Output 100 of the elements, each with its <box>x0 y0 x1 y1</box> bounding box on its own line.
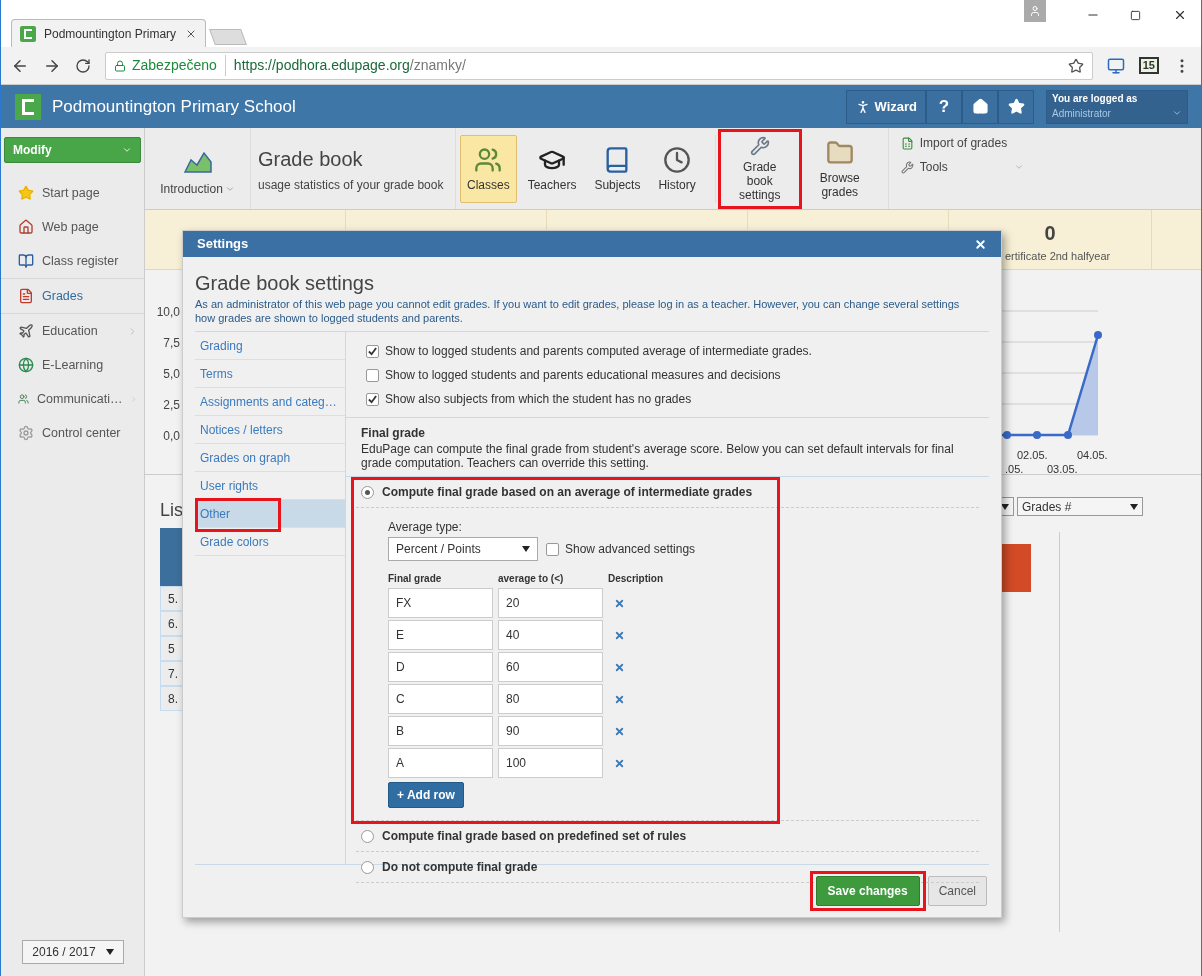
toolbar-button[interactable]: History <box>651 134 703 203</box>
checkbox-label: Show advanced settings <box>565 541 696 558</box>
nav-item[interactable]: Grades on graph <box>195 444 345 472</box>
radio-button[interactable] <box>361 485 374 499</box>
sidebar-item[interactable]: Grades <box>1 279 144 313</box>
caret-icon <box>522 546 530 552</box>
toolbar-button[interactable]: Subjects <box>587 134 648 203</box>
spreadsheet-icon <box>900 136 914 150</box>
option-label: Do not compute final grade <box>382 859 538 876</box>
remove-icon[interactable] <box>614 597 625 609</box>
login-menu[interactable]: You are logged as Administrator <box>1046 89 1188 124</box>
toolbar-button[interactable]: Grade book settings <box>721 134 798 203</box>
reload-icon[interactable] <box>75 57 91 74</box>
login-user: Administrator <box>1052 106 1111 121</box>
toolbar-link[interactable]: Import of grades <box>900 134 1024 152</box>
remove-icon[interactable] <box>614 661 625 673</box>
wrench-icon <box>900 160 914 174</box>
caret-icon <box>105 949 114 955</box>
year-select[interactable]: 2016 / 2017 <box>22 940 124 964</box>
axis-label: 10,0 <box>156 304 180 320</box>
nav-item[interactable]: Grade colors <box>195 528 345 556</box>
sidebar-item[interactable]: Control center <box>1 416 144 450</box>
nav-item[interactable]: Grading <box>195 332 345 360</box>
toolbar-button[interactable]: Teachers <box>520 134 584 203</box>
grade-field[interactable]: D <box>388 652 493 682</box>
airplane-icon <box>18 323 34 339</box>
remove-icon[interactable] <box>614 629 625 641</box>
checkbox[interactable] <box>366 368 379 382</box>
sidebar-item[interactable]: Class register <box>1 244 144 278</box>
maximize-icon[interactable] <box>1130 10 1141 21</box>
sidebar-item[interactable]: Start page <box>1 176 144 210</box>
close-icon[interactable] <box>1173 8 1187 22</box>
grade-field[interactable]: B <box>388 716 493 746</box>
toolbar-link[interactable]: Tools <box>900 158 1024 176</box>
remove-icon[interactable] <box>614 693 625 705</box>
security-label: Zabezpečeno <box>132 55 226 76</box>
book-icon <box>18 253 34 269</box>
dialog-title: Settings <box>197 235 249 254</box>
sidebar-item[interactable]: Communicati… <box>1 382 144 416</box>
grade-field[interactable]: FX <box>388 588 493 618</box>
add-row-button[interactable]: + Add row <box>388 782 464 808</box>
bookmark-star-icon[interactable] <box>1067 57 1084 74</box>
limit-field[interactable]: 60 <box>498 652 603 682</box>
save-button[interactable]: Save changes <box>815 876 920 906</box>
help-button[interactable]: ? <box>926 89 962 124</box>
grade-field[interactable]: E <box>388 620 493 650</box>
field-label: Average type: <box>388 519 463 536</box>
introduction-menu[interactable]: Introduction <box>145 128 251 209</box>
wizard-button[interactable]: Wizard <box>845 89 926 124</box>
login-label: You are logged as <box>1052 91 1138 106</box>
grade-field[interactable]: A <box>388 748 493 778</box>
axis-label: 0,0 <box>163 428 180 444</box>
sidebar-item[interactable]: E-Learning <box>1 348 144 382</box>
limit-field[interactable]: 90 <box>498 716 603 746</box>
checkbox[interactable] <box>366 344 379 358</box>
sidebar-item[interactable]: Education <box>1 314 144 348</box>
remove-icon[interactable] <box>614 725 625 737</box>
cancel-button[interactable]: Cancel <box>927 876 987 906</box>
limit-field[interactable]: 20 <box>498 588 603 618</box>
favorites-button[interactable] <box>998 89 1034 124</box>
radio-button[interactable] <box>361 860 374 874</box>
remove-icon[interactable] <box>614 757 625 769</box>
home-button[interactable] <box>962 89 998 124</box>
checkbox[interactable] <box>546 542 559 556</box>
axis-label: 7,5 <box>163 335 180 351</box>
caret-icon <box>1130 503 1138 510</box>
caret-icon <box>1013 162 1024 172</box>
tab-title: Podmountington Primary <box>44 25 177 43</box>
option-label: Compute final grade based on predefined set of rules <box>382 828 687 845</box>
average-type-select[interactable]: Percent / Points <box>388 537 538 561</box>
url-path: /znamky/ <box>409 56 466 75</box>
extension-badge[interactable]: 15 <box>1138 57 1159 74</box>
screen-icon[interactable] <box>1106 56 1125 75</box>
sidebar-item[interactable]: Web page <box>1 210 144 244</box>
stat-label: ertificate 2nd halfyear <box>1005 249 1111 264</box>
section-title: Final grade <box>361 425 426 442</box>
checkbox[interactable] <box>366 392 379 406</box>
toolbar-button[interactable]: Browse grades <box>801 134 878 203</box>
section-heading: Lis <box>160 499 183 522</box>
checkbox-label: Show also subjects from which the student has no grades <box>385 391 692 408</box>
axis-label: 03.05. <box>1047 462 1078 477</box>
browser-tab[interactable]: Podmountington Primary <box>11 19 206 47</box>
nav-item[interactable]: Terms <box>195 360 345 388</box>
limit-field[interactable]: 80 <box>498 684 603 714</box>
limit-field[interactable]: 40 <box>498 620 603 650</box>
nav-item[interactable]: Assignments and categ… <box>195 388 345 416</box>
toolbar-button[interactable]: Classes <box>460 134 517 203</box>
nav-item[interactable]: Notices / letters <box>195 416 345 444</box>
document-icon <box>18 288 34 304</box>
column-header: Final grade <box>388 572 443 586</box>
description: As an administrator of this web page you cannot edit grades. If you want to edit grades, please log in as a teacher. However, you can change several settings how grades are shown to logged students and parents. <box>195 297 961 325</box>
grade-field[interactable]: C <box>388 684 493 714</box>
radio-button[interactable] <box>361 829 374 843</box>
people-icon <box>18 391 29 407</box>
dropdown[interactable]: Grades # <box>1017 497 1143 516</box>
option-label: Compute final grade based on an average of intermediate grades <box>382 484 753 501</box>
address-bar[interactable]: Zabezpečeno https://podhora.edupage.org/znamky/ <box>105 51 1093 80</box>
limit-field[interactable]: 100 <box>498 748 603 778</box>
globe-icon <box>18 357 34 373</box>
checkbox-label: Show to logged students and parents computed average of intermediate grades. <box>385 343 812 360</box>
